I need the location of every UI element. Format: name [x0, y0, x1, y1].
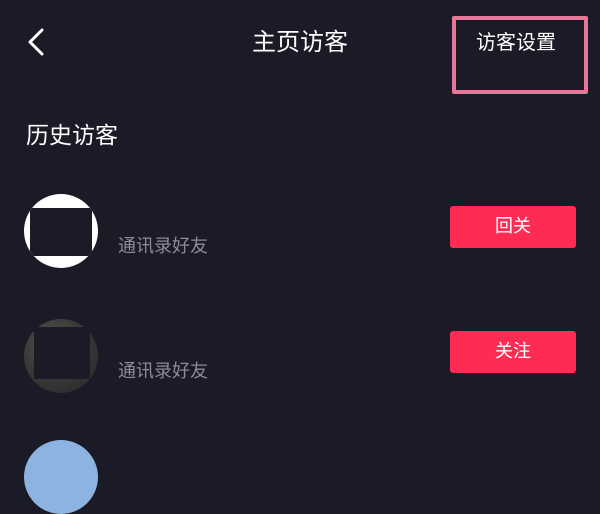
follow-back-button[interactable]: 回关 — [450, 206, 576, 248]
back-button[interactable] — [18, 22, 58, 62]
top-bar: 主页访客 访客设置 — [0, 0, 600, 94]
avatar-redaction — [30, 208, 92, 256]
avatar[interactable] — [24, 194, 98, 268]
highlight-annotation-box — [452, 16, 588, 94]
visitor-list-item[interactable]: 通讯录好友 关注 — [0, 305, 600, 405]
follow-button[interactable]: 关注 — [450, 331, 576, 373]
visitor-list-item[interactable]: 通讯录好友 回关 — [0, 180, 600, 280]
chevron-left-icon — [28, 28, 44, 56]
section-heading-history: 历史访客 — [26, 123, 118, 149]
visitor-source-label: 通讯录好友 — [118, 236, 208, 257]
avatar-redaction — [34, 327, 90, 379]
avatar[interactable] — [24, 319, 98, 393]
avatar[interactable] — [24, 440, 98, 514]
visitor-source-label: 通讯录好友 — [118, 361, 208, 382]
